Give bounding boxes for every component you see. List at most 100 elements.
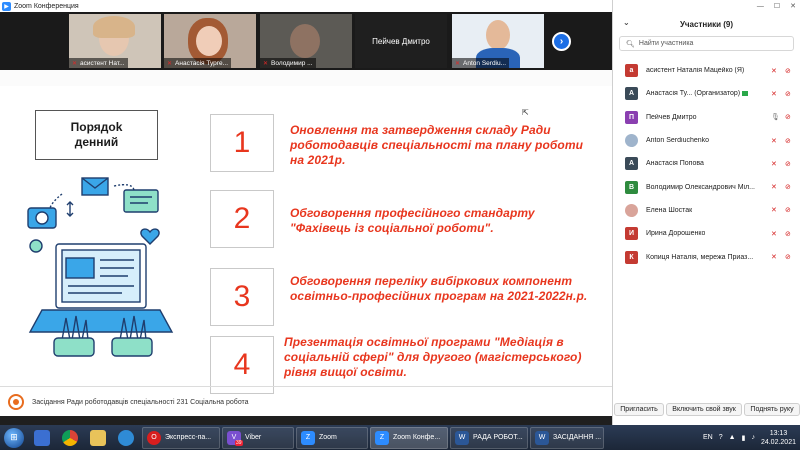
video-tile-name-only[interactable]: Пейчев Дмитро <box>355 14 447 68</box>
chevron-right-icon: › <box>559 36 564 47</box>
video-tile-label: Анастасія Турге... <box>175 59 229 67</box>
video-tile[interactable]: ✕ Анастасія Турге... <box>164 14 256 68</box>
network-icon[interactable]: ▮ <box>742 434 746 442</box>
video-tile-label: асистент Нат... <box>80 59 125 67</box>
unmute-button[interactable]: Включить свой звук <box>666 402 742 416</box>
slide-footer-divider <box>0 386 612 387</box>
mic-muted-icon: ✕ <box>771 67 777 75</box>
video-tile[interactable]: ✕ Володимир ... <box>260 14 352 68</box>
agenda-number-3: 3 <box>210 268 274 326</box>
clock-date: 24.02.2021 <box>760 438 796 446</box>
participant-row[interactable]: П Пейчев Дмитро 🎙︎ ⊘ <box>613 106 800 129</box>
mic-muted-icon: ✕ <box>771 254 777 262</box>
participant-row[interactable]: И Ирина Дорошенко ✕ ⊘ <box>613 222 800 245</box>
taskbar-item-word-1[interactable]: W РАДА РОБОТ... <box>450 426 528 449</box>
invite-button[interactable]: Пригласить <box>614 402 664 416</box>
slide-footer-text: Засідання Ради роботодавців спеціальност… <box>32 398 249 406</box>
zoom-icon: Z <box>301 430 315 445</box>
system-tray: EN ? ▲ ▮ ♪ 13:13 24.02.2021 <box>703 425 796 450</box>
taskbar-pin-chrome[interactable] <box>56 426 84 449</box>
participant-face <box>486 20 510 50</box>
participant-row[interactable]: В Володимир Олександрович Міл... ✕ ⊘ <box>613 175 800 198</box>
slide-footer: Засідання Ради роботодавців спеціальност… <box>0 388 612 416</box>
bulb-icon <box>29 239 43 253</box>
volume-icon[interactable]: ♪ <box>751 434 755 441</box>
taskbar-item-zoom[interactable]: Z Zoom <box>296 426 368 449</box>
camera-off-icon: ⊘ <box>785 254 791 262</box>
help-icon[interactable]: ? <box>719 434 723 441</box>
chrome-icon <box>62 429 78 446</box>
avatar: К <box>625 250 638 264</box>
mic-muted-icon: ✕ <box>72 60 78 67</box>
chevron-down-icon[interactable]: ⌄ <box>623 18 630 27</box>
participants-title: Участники (9) <box>679 19 734 29</box>
video-tile-label: Anton Serdiu... <box>463 59 507 67</box>
zoom-icon: Z <box>375 430 389 445</box>
camera-off-icon: ⊘ <box>785 114 791 122</box>
mic-muted-icon: ✕ <box>771 207 777 215</box>
participant-name: Ирина Дорошенко <box>646 230 706 238</box>
taskbar: ⊞ O Экспресс-па... V 39 Viber Z Zoom Z Z… <box>0 425 800 450</box>
shared-slide: ⇱ Порядоk денний 1 Оновлення та затвердж… <box>0 86 612 416</box>
mic-icon: 🎙︎ <box>771 114 780 122</box>
video-strip: ✕ асистент Нат... ✕ Анастасія Турге... ✕ Во… <box>0 12 612 70</box>
tray-expand-icon[interactable]: ▲ <box>729 434 736 441</box>
participant-name: асистент Наталія Мацейко (Я) <box>646 67 745 75</box>
clock[interactable]: 13:13 24.02.2021 <box>761 429 796 447</box>
participant-row[interactable]: К Копиця Наталія, мережа Приаз... ✕ ⊘ <box>613 245 800 268</box>
avatar: В <box>625 180 638 194</box>
participant-name: Пейчев Дмитро <box>646 113 697 121</box>
participant-row[interactable]: Елена Шостак ✕ ⊘ <box>613 199 800 222</box>
participant-name: Anton Serdiuchenko <box>646 137 710 145</box>
video-tile[interactable]: ✕ Anton Serdiu... <box>452 14 544 68</box>
participant-row[interactable]: А Анастасія Попова ✕ ⊘ <box>613 152 800 175</box>
avatar: А <box>625 157 638 171</box>
zoom-logo-icon: ▶ <box>2 1 11 11</box>
raise-hand-button[interactable]: Поднять руку <box>744 402 800 416</box>
avatar: А <box>625 87 638 101</box>
video-tile[interactable]: ✕ асистент Нат... <box>69 14 161 68</box>
taskbar-item-label: Zoom <box>319 434 337 441</box>
participant-row[interactable]: а асистент Наталія Мацейко (Я) ✕ ⊘ <box>613 59 800 82</box>
laptop-base <box>28 309 174 333</box>
participant-row[interactable]: А Анастасія Ту... (Организатор) ✕ ⊘ <box>613 82 800 105</box>
laptop-illustration <box>27 177 174 357</box>
participant-face <box>290 24 320 58</box>
opera-icon: O <box>147 430 161 445</box>
avatar: П <box>625 110 638 124</box>
camera-off-icon: ⊘ <box>785 184 791 192</box>
taskbar-pin-explorer[interactable] <box>84 426 112 449</box>
window-titlebar: ▶ Zoom Конференция <box>0 0 612 12</box>
taskbar-item-opera[interactable]: O Экспресс-па... <box>142 426 220 449</box>
participants-header: ⌄ Участники (9) <box>613 12 800 36</box>
window-title: Zoom Конференция <box>14 2 79 10</box>
mic-muted-icon: ✕ <box>167 60 173 67</box>
next-page-button[interactable]: › <box>552 32 571 51</box>
agenda-title: Порядоk денний <box>35 110 158 160</box>
maximize-icon[interactable]: ☐ <box>774 2 780 10</box>
start-button[interactable]: ⊞ <box>0 425 28 450</box>
host-video-icon <box>742 91 749 97</box>
minimize-icon[interactable]: — <box>757 3 764 10</box>
taskbar-pin-media[interactable] <box>28 426 56 449</box>
agenda-item-3: Обговорення переліку вибіркових компонен… <box>290 274 588 303</box>
zoom-window: ▶ Zoom Конференция ✕ асистент Нат... ✕ Ана… <box>0 0 800 450</box>
close-icon[interactable]: ✕ <box>790 2 796 10</box>
taskbar-item-label: Экспресс-па... <box>165 434 212 441</box>
participant-search-input[interactable]: 🔍︎ Найти участника <box>619 36 794 51</box>
camera-off-icon: ⊘ <box>785 230 791 238</box>
mouse-cursor-icon: ⇱ <box>522 108 529 117</box>
participant-face <box>196 26 222 56</box>
camera-off-icon: ⊘ <box>785 90 791 98</box>
taskbar-item-word-2[interactable]: W ЗАСІДАННЯ ... <box>530 426 604 449</box>
clock-time: 13:13 <box>769 429 788 437</box>
taskbar-item-viber[interactable]: V 39 Viber <box>222 426 294 449</box>
mic-muted-icon: ✕ <box>771 137 777 145</box>
language-indicator[interactable]: EN <box>703 434 713 441</box>
taskbar-item-zoom-meeting[interactable]: Z Zoom Конфе... <box>370 426 448 449</box>
participant-row[interactable]: Anton Serdiuchenko ✕ ⊘ <box>613 129 800 152</box>
search-icon: 🔍︎ <box>626 40 635 48</box>
taskbar-pin-ie[interactable] <box>112 426 140 449</box>
window-controls: — ☐ ✕ <box>613 0 800 12</box>
word-icon: W <box>535 430 549 445</box>
